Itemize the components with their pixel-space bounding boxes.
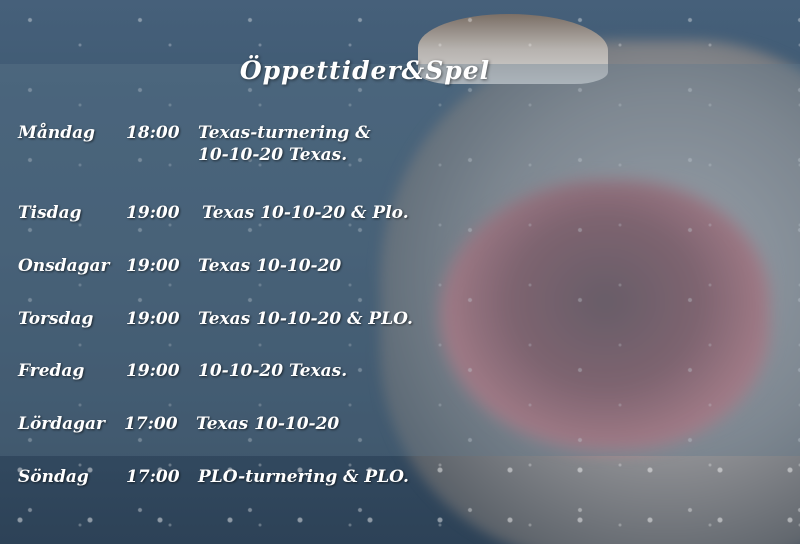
time-label: 19:00: [126, 256, 180, 276]
game-label: PLO-turnering & PLO.: [198, 467, 409, 487]
day-label: Onsdagar: [18, 256, 110, 276]
page-title: Öppettider&Spel: [239, 56, 491, 85]
game-label: Texas 10-10-20: [196, 414, 340, 434]
day-label: Söndag: [18, 467, 89, 487]
day-label: Lördagar: [18, 414, 106, 434]
day-label: Måndag: [18, 123, 95, 143]
time-label: 17:00: [124, 414, 178, 434]
game-line-2: 10-10-20 Texas.: [198, 145, 348, 165]
time-label: 18:00: [126, 123, 180, 143]
time-label: 19:00: [126, 309, 180, 329]
game-label: Texas-turnering & 10-10-20 Texas.: [198, 122, 371, 166]
game-label: 10-10-20 Texas.: [198, 361, 348, 381]
time-label: 19:00: [126, 203, 180, 223]
time-label: 19:00: [126, 361, 180, 381]
game-label: Texas 10-10-20: [198, 256, 342, 276]
game-label: Texas 10-10-20 & PLO.: [198, 309, 413, 329]
day-label: Fredag: [18, 361, 85, 381]
game-label: Texas 10-10-20 & Plo.: [202, 203, 409, 223]
day-label: Tisdag: [18, 203, 82, 223]
translucent-overlay: [0, 64, 800, 456]
game-line-1: Texas-turnering &: [198, 123, 371, 143]
time-label: 17:00: [126, 467, 180, 487]
day-label: Torsdag: [18, 309, 94, 329]
